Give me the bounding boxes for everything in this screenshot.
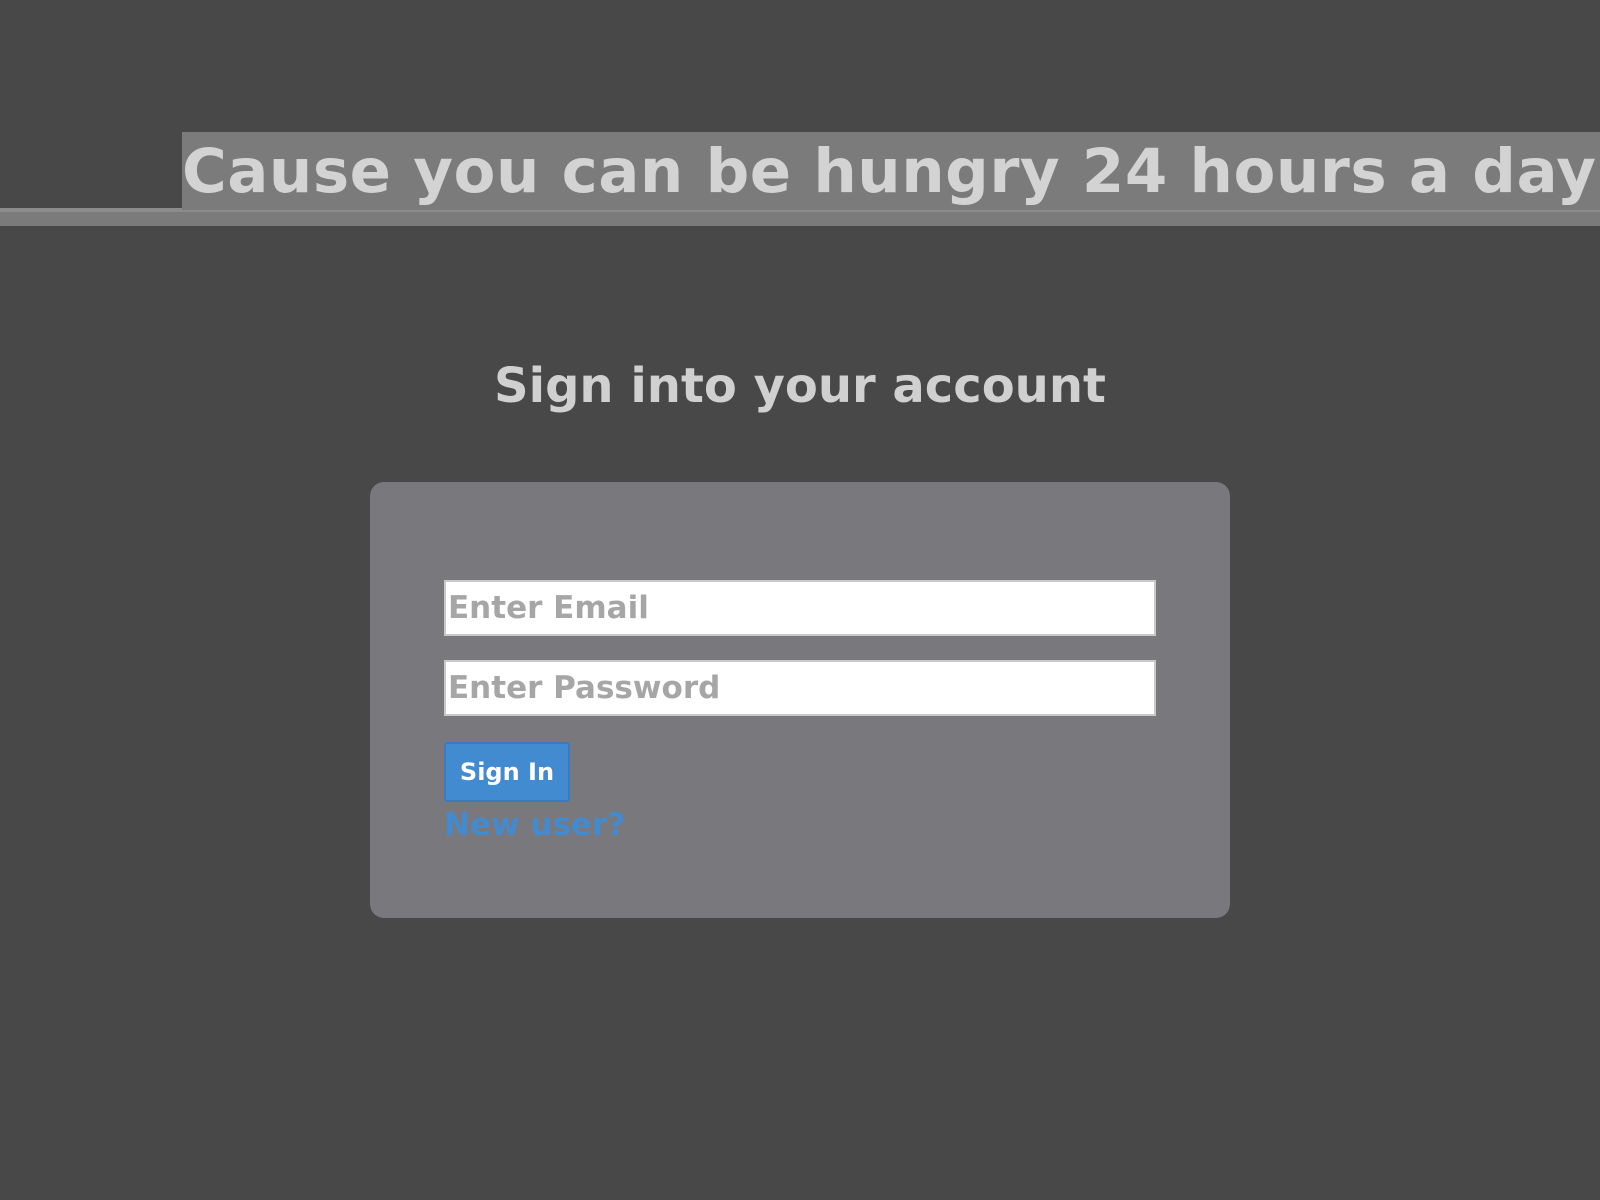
banner-underline — [0, 208, 1600, 226]
password-field[interactable] — [444, 660, 1156, 716]
tagline: Cause you can be hungry 24 hours a day — [182, 136, 1597, 207]
new-user-link[interactable]: New user? — [444, 804, 625, 846]
email-field[interactable] — [444, 580, 1156, 636]
signin-card: Sign In New user? — [370, 482, 1230, 918]
header-banner: Cause you can be hungry 24 hours a day — [182, 132, 1600, 210]
sign-in-button[interactable]: Sign In — [444, 742, 570, 802]
page-title: Sign into your account — [494, 358, 1106, 414]
